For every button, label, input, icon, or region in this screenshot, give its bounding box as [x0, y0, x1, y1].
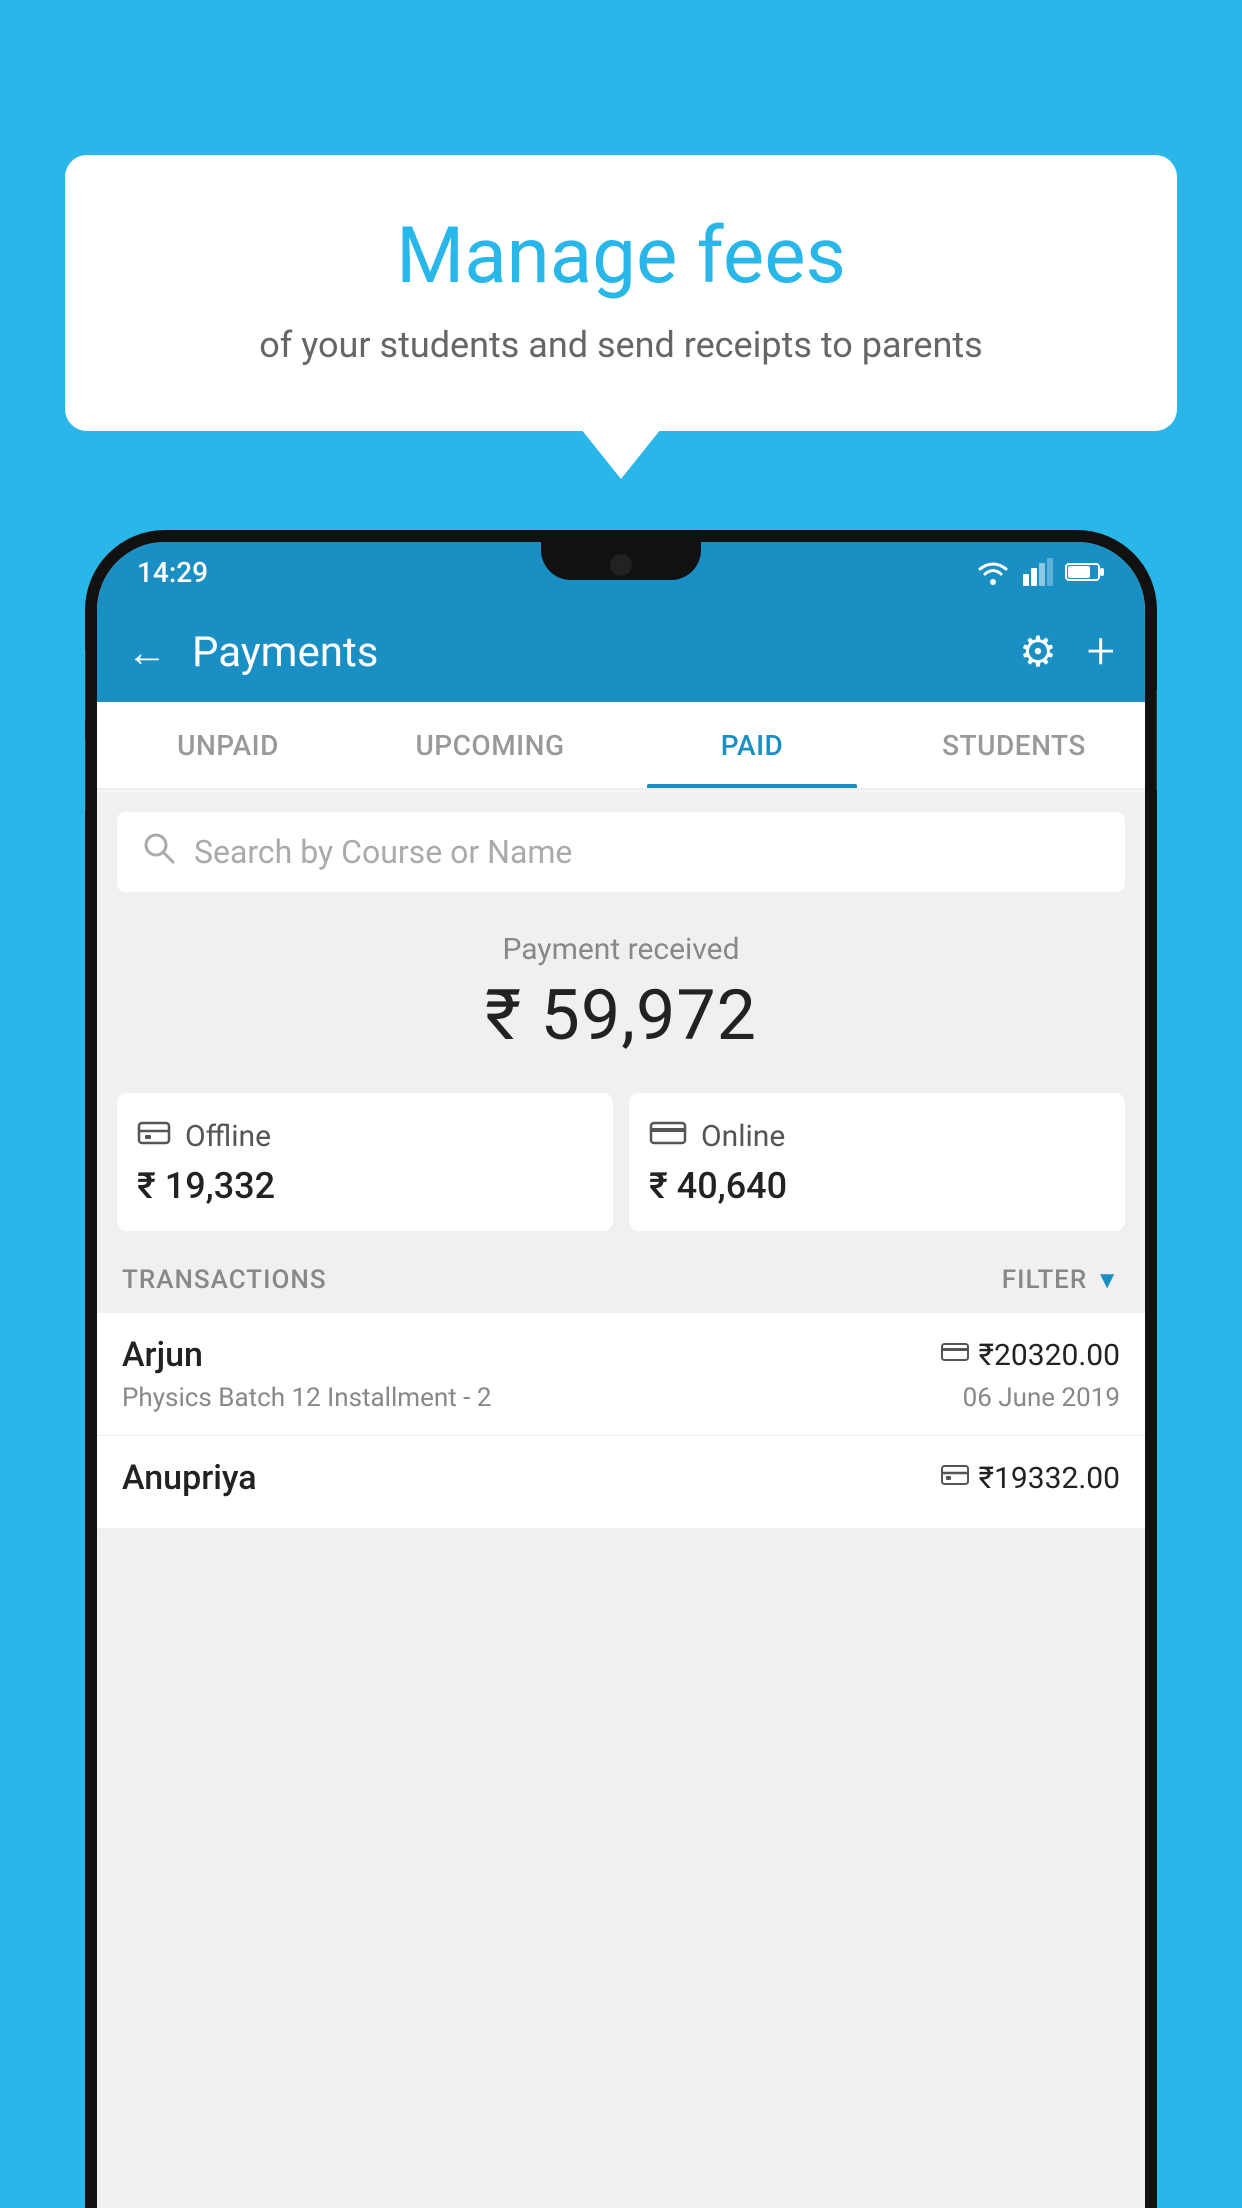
bubble-title: Manage fees — [130, 210, 1112, 304]
transaction-bottom-row: Physics Batch 12 Installment - 2 06 June… — [122, 1383, 1120, 1413]
transaction-item-anupriya[interactable]: Anupriya ₹19332.00 — [97, 1436, 1145, 1529]
online-icon — [649, 1117, 687, 1155]
transaction-top-row: Arjun ₹20320.00 — [122, 1335, 1120, 1375]
volume-up-button — [85, 650, 86, 720]
speech-bubble: Manage fees of your students and send re… — [65, 155, 1177, 431]
transaction-course: Physics Batch 12 Installment - 2 — [122, 1383, 491, 1413]
tabs-bar: UNPAID UPCOMING PAID STUDENTS — [97, 702, 1145, 790]
status-time: 14:29 — [137, 556, 208, 589]
tab-unpaid[interactable]: UNPAID — [97, 702, 359, 788]
online-card: Online ₹ 40,640 — [629, 1093, 1125, 1231]
transaction-date: 06 June 2019 — [963, 1383, 1120, 1413]
online-card-header: Online — [649, 1117, 1105, 1155]
offline-card-header: Offline — [137, 1117, 593, 1155]
page-title: Payments — [192, 628, 1019, 677]
filter-icon: ▼ — [1095, 1266, 1120, 1295]
offline-amount: ₹ 19,332 — [137, 1165, 593, 1207]
online-payment-icon — [941, 1340, 969, 1370]
add-icon[interactable]: + — [1087, 623, 1115, 681]
settings-icon[interactable]: ⚙ — [1019, 627, 1057, 677]
tab-upcoming[interactable]: UPCOMING — [359, 702, 621, 788]
online-amount: ₹ 40,640 — [649, 1165, 1105, 1207]
online-label: Online — [701, 1119, 785, 1154]
bubble-subtitle: of your students and send receipts to pa… — [130, 324, 1112, 366]
transaction-item-arjun[interactable]: Arjun ₹20320.00 Physics Batch 12 Install… — [97, 1313, 1145, 1436]
transaction-amount: ₹20320.00 — [979, 1338, 1120, 1373]
transaction-top-row-2: Anupriya ₹19332.00 — [122, 1458, 1120, 1498]
status-icons — [975, 558, 1105, 586]
tab-paid[interactable]: PAID — [621, 702, 883, 788]
phone-screen: 14:29 — [97, 542, 1145, 2208]
speech-bubble-container: Manage fees of your students and send re… — [65, 155, 1177, 431]
payment-label: Payment received — [117, 932, 1125, 967]
back-button[interactable]: ← — [127, 629, 167, 676]
phone-notch — [541, 542, 701, 580]
power-button — [1156, 690, 1157, 790]
search-placeholder: Search by Course or Name — [194, 833, 572, 871]
filter-button[interactable]: FILTER ▼ — [1002, 1265, 1120, 1295]
transaction-amount-wrap-2: ₹19332.00 — [941, 1461, 1120, 1496]
offline-label: Offline — [185, 1119, 271, 1154]
tab-students[interactable]: STUDENTS — [883, 702, 1145, 788]
app-bar: ← Payments ⚙ + — [97, 602, 1145, 702]
payment-amount: ₹ 59,972 — [117, 975, 1125, 1057]
app-bar-actions: ⚙ + — [1019, 623, 1115, 681]
offline-payment-icon — [941, 1462, 969, 1495]
transactions-header: TRANSACTIONS FILTER ▼ — [97, 1247, 1145, 1313]
filter-label: FILTER — [1002, 1265, 1087, 1295]
signal-icon — [1023, 558, 1053, 586]
battery-icon — [1065, 561, 1105, 583]
transaction-name: Arjun — [122, 1335, 203, 1375]
offline-icon — [137, 1117, 171, 1155]
wifi-icon — [975, 558, 1011, 586]
offline-card: Offline ₹ 19,332 — [117, 1093, 613, 1231]
phone-frame: 14:29 — [85, 530, 1157, 2208]
payment-received-section: Payment received ₹ 59,972 — [97, 902, 1145, 1077]
transaction-name-2: Anupriya — [122, 1458, 257, 1498]
transaction-amount-wrap: ₹20320.00 — [941, 1338, 1120, 1373]
transaction-amount-2: ₹19332.00 — [979, 1461, 1120, 1496]
camera — [610, 554, 632, 576]
search-bar[interactable]: Search by Course or Name — [117, 812, 1125, 892]
search-icon — [142, 831, 176, 874]
volume-down-button — [85, 740, 86, 810]
transactions-label: TRANSACTIONS — [122, 1265, 327, 1295]
payment-cards-row: Offline ₹ 19,332 Online — [97, 1077, 1145, 1247]
content-area: Search by Course or Name Payment receive… — [97, 792, 1145, 2208]
